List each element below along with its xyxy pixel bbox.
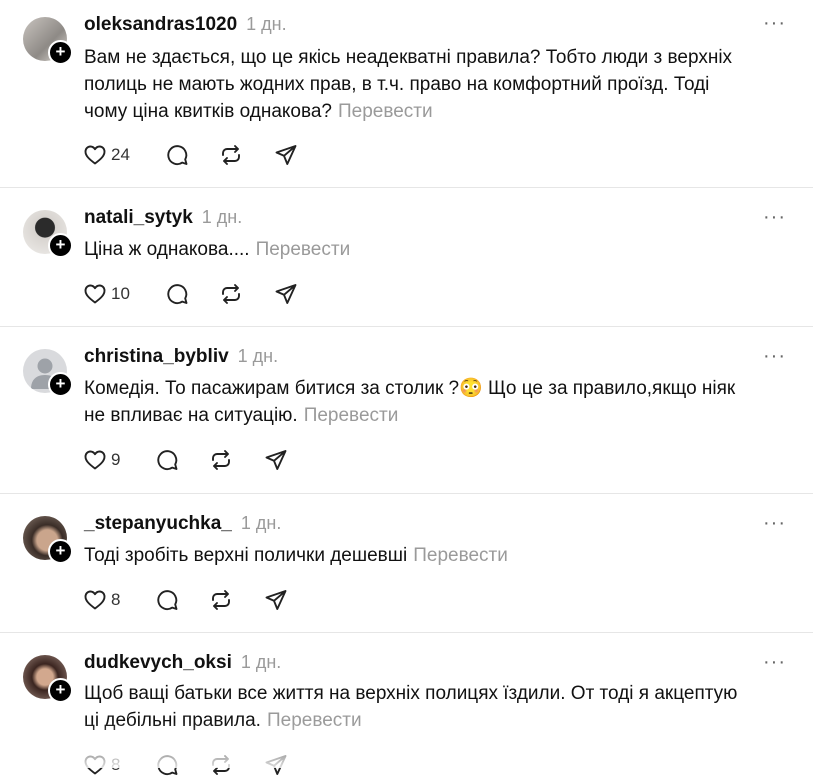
repost-icon (222, 284, 240, 304)
like-count: 9 (111, 450, 121, 469)
follow-plus-icon[interactable]: + (48, 233, 73, 258)
reply-button[interactable] (165, 281, 189, 307)
repost-button[interactable] (209, 587, 233, 613)
comment-text: Вам не здається, що це якісь неадекватні… (84, 47, 733, 122)
username[interactable]: _stepanyuchka_ (84, 513, 232, 534)
post-time: 1 дн. (237, 346, 279, 366)
comment-icon (167, 145, 188, 166)
send-icon (275, 284, 297, 304)
divider (0, 632, 813, 633)
bottom-fade-overlay (0, 722, 813, 768)
follow-plus-icon[interactable]: + (48, 40, 73, 65)
repost-icon (212, 590, 230, 610)
username[interactable]: oleksandras1020 (84, 14, 237, 35)
more-options-icon[interactable]: ··· (763, 651, 786, 674)
username[interactable]: dudkevych_oksi (84, 652, 232, 673)
repost-button[interactable] (219, 142, 243, 168)
post-time: 1 дн. (240, 513, 282, 533)
like-button[interactable]: 10 (83, 281, 130, 307)
share-button[interactable] (264, 587, 288, 613)
username[interactable]: natali_sytyk (84, 207, 193, 228)
heart-icon (84, 450, 106, 470)
like-button[interactable]: 8 (83, 587, 120, 613)
like-button[interactable]: 24 (83, 142, 130, 168)
repost-icon (212, 450, 230, 470)
post-time: 1 дн. (201, 207, 243, 227)
like-count: 8 (111, 590, 121, 609)
like-button[interactable]: 9 (83, 447, 120, 473)
divider (0, 326, 813, 327)
heart-icon (84, 145, 106, 165)
post-time: 1 дн. (240, 652, 282, 672)
send-icon (265, 590, 287, 610)
reply-button[interactable] (165, 142, 189, 168)
send-icon (265, 450, 287, 470)
send-icon (275, 145, 297, 165)
divider (0, 187, 813, 188)
follow-plus-icon[interactable]: + (48, 678, 73, 703)
username[interactable]: christina_bybliv (84, 346, 229, 367)
share-button[interactable] (274, 142, 298, 168)
more-options-icon[interactable]: ··· (763, 206, 786, 229)
comment-icon (167, 284, 188, 305)
more-options-icon[interactable]: ··· (763, 12, 786, 35)
like-count: 24 (111, 145, 130, 164)
reply-button[interactable] (155, 447, 179, 473)
post-time: 1 дн. (246, 14, 287, 34)
heart-icon (84, 284, 106, 304)
heart-icon (84, 590, 106, 610)
comment-icon (157, 450, 178, 471)
repost-button[interactable] (209, 447, 233, 473)
follow-plus-icon[interactable]: + (48, 539, 73, 564)
repost-icon (222, 145, 240, 165)
translate-link[interactable]: Перевести (338, 101, 433, 122)
comment-text: Тоді зробіть верхні полички дешевші Перев… (84, 545, 508, 566)
divider (0, 493, 813, 494)
repost-button[interactable] (219, 281, 243, 307)
reply-button[interactable] (155, 587, 179, 613)
comment-text: Комедія. То пасажирам битися за столик ?… (84, 378, 736, 426)
translate-link[interactable]: Перевести (256, 239, 351, 260)
more-options-icon[interactable]: ··· (763, 512, 786, 535)
comment-icon (157, 590, 178, 611)
share-button[interactable] (274, 281, 298, 307)
follow-plus-icon[interactable]: + (48, 372, 73, 397)
translate-link[interactable]: Перевести (413, 545, 508, 566)
translate-link[interactable]: Перевести (304, 405, 399, 426)
comment-text: Ціна ж однакова.... Перевести (84, 239, 351, 260)
more-options-icon[interactable]: ··· (763, 345, 786, 368)
share-button[interactable] (264, 447, 288, 473)
like-count: 10 (111, 284, 130, 303)
